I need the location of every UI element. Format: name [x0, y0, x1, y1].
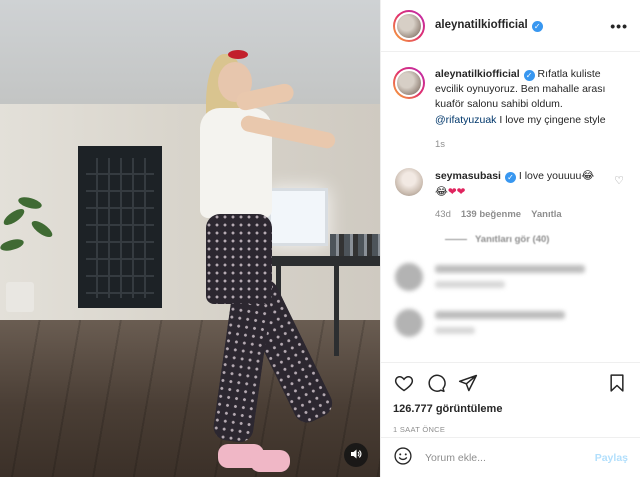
views-count[interactable]: 126.777 görüntüleme	[393, 403, 628, 415]
verified-badge-icon: ✓	[504, 171, 516, 183]
caption-body: aleynatilkiofficial ✓ Rıfatla kuliste evc…	[435, 67, 628, 152]
blurred-line	[435, 281, 505, 289]
comment-input[interactable]	[425, 451, 595, 464]
laughing-emoji-icon: 😂	[581, 168, 595, 182]
video-ceiling	[0, 0, 380, 110]
blurred-avatar	[395, 262, 423, 291]
caption-avatar[interactable]	[393, 67, 425, 99]
blurred-comment	[393, 262, 628, 291]
video-desk	[260, 256, 380, 266]
blurred-comment	[393, 308, 628, 337]
speaker-icon	[350, 448, 362, 463]
caption-time: 1s	[435, 138, 446, 150]
smiley-face-icon[interactable]	[393, 446, 413, 469]
action-icons-row	[393, 371, 628, 395]
comments-section: aleynatilkiofficial ✓ Rıfatla kuliste evc…	[381, 53, 640, 361]
blurred-line	[435, 327, 475, 335]
blurred-comment-text	[435, 265, 585, 289]
instagram-post-modal: aleynatilkiofficial ✓ ••• aleynatilkioffi…	[0, 0, 640, 477]
person-scrunchie	[228, 50, 248, 59]
post-header: aleynatilkiofficial ✓ •••	[381, 0, 640, 52]
person-pants	[206, 214, 272, 304]
author-avatar[interactable]	[393, 9, 425, 42]
share-paper-plane-icon[interactable]	[457, 372, 479, 394]
comment-bubble-icon[interactable]	[425, 372, 447, 394]
verified-badge-icon: ✓	[531, 21, 543, 32]
video-shelf-items	[330, 234, 380, 256]
more-options-button[interactable]: •••	[610, 18, 628, 34]
add-comment-bar: Paylaş	[381, 437, 640, 477]
sound-toggle-button[interactable]	[344, 443, 368, 467]
comment-reply-button[interactable]: Yanıtla	[531, 208, 562, 222]
post-sidebar: aleynatilkiofficial ✓ ••• aleynatilkioffi…	[380, 0, 640, 477]
comment-text: I love youuuu	[518, 169, 582, 182]
post-actions: 126.777 görüntüleme 1 SAAT ÖNCE	[381, 362, 640, 436]
comment-meta: 43d 139 beğenme Yanıtla	[435, 208, 594, 222]
post-caption: aleynatilkiofficial ✓ Rıfatla kuliste evc…	[393, 67, 628, 152]
commenter-avatar[interactable]	[395, 167, 423, 196]
comment-item: seymasubasi ✓ I love youuuu😂 😂❤❤ 43d 139 …	[393, 167, 628, 222]
video-monitor	[268, 188, 328, 246]
red-hearts-icon: ❤❤	[447, 185, 466, 198]
commenter-username[interactable]: seymasubasi	[435, 170, 501, 182]
post-time-ago: 1 SAAT ÖNCE	[393, 425, 446, 434]
verified-badge-icon: ✓	[523, 70, 535, 81]
comment-time: 43d	[435, 209, 451, 221]
caption-text-after: I love my çingene style	[499, 113, 606, 126]
comment-body: seymasubasi ✓ I love youuuu😂 😂❤❤ 43d 139 …	[435, 168, 594, 222]
blurred-comment-text	[435, 311, 565, 335]
post-comment-button[interactable]: Paylaş	[595, 452, 628, 464]
video-door-grid	[86, 158, 154, 298]
post-video[interactable]	[0, 0, 380, 477]
save-bookmark-icon[interactable]	[606, 372, 628, 394]
like-heart-icon[interactable]	[393, 372, 415, 394]
comment-like-icon[interactable]: ♡	[614, 174, 624, 187]
view-replies-button[interactable]: Yanıtları gör (40)	[445, 234, 628, 245]
caption-mention-link[interactable]: @rifatyuzuak	[435, 114, 496, 126]
plant-pot	[6, 282, 34, 312]
desk-leg	[334, 266, 339, 356]
person-shoe-right	[250, 450, 290, 472]
blurred-line	[435, 265, 585, 274]
comment-likes-link[interactable]: 139 beğenme	[461, 208, 521, 222]
blurred-avatar	[395, 308, 423, 337]
laughing-emoji-icon: 😂	[435, 184, 448, 198]
author-username-link[interactable]: aleynatilkiofficial ✓	[435, 19, 543, 32]
blurred-line	[435, 311, 565, 320]
caption-username[interactable]: aleynatilkiofficial	[435, 68, 520, 80]
